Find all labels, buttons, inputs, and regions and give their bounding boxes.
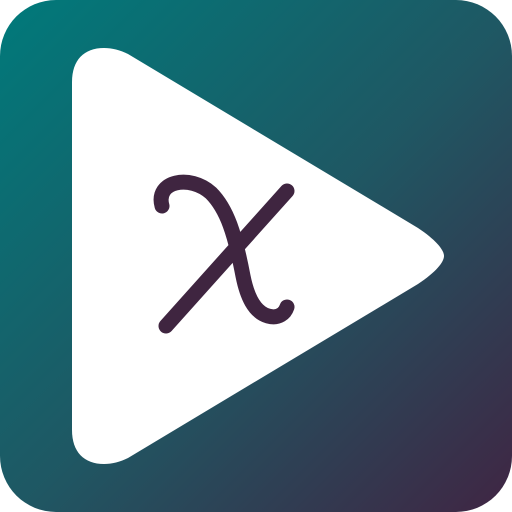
app-icon-svg xyxy=(0,0,512,512)
app-icon xyxy=(0,0,512,512)
